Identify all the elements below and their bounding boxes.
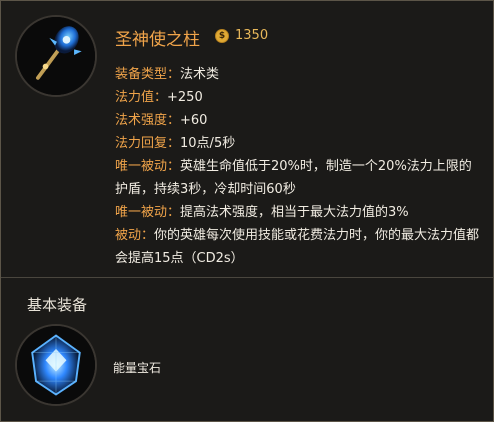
attribute-row-passive-mana-growth: 被动：你的英雄每次使用技能或花费法力时，你的最大法力值都会提高15点（CD2s） — [115, 224, 483, 270]
attribute-key: 装备类型： — [115, 67, 181, 82]
attribute-key: 法力值： — [115, 90, 168, 105]
item-header-section: 圣神使之柱 $ 1350 装备类型：法术类 法力值：+250 法术强度：+60 … — [1, 1, 493, 277]
item-tooltip-panel: 圣神使之柱 $ 1350 装备类型：法术类 法力值：+250 法术强度：+60 … — [0, 0, 494, 422]
attribute-value: 10点/5秒 — [180, 136, 236, 151]
gold-coin-icon: $ — [215, 28, 229, 43]
item-price: $ 1350 — [215, 28, 268, 43]
attribute-value: 法术类 — [180, 67, 220, 82]
attribute-key: 法力回复： — [115, 136, 181, 151]
attribute-row-mana: 法力值：+250 — [115, 86, 483, 109]
attribute-row-type: 装备类型：法术类 — [115, 63, 483, 86]
staff-icon — [15, 15, 97, 97]
attribute-row-spell-power: 法术强度：+60 — [115, 109, 483, 132]
attribute-value: 你的英雄每次使用技能或花费法力时，你的最大法力值都会提高15点（CD2s） — [115, 228, 480, 266]
price-value: 1350 — [235, 28, 269, 43]
attribute-key: 唯一被动： — [115, 205, 181, 220]
components-title: 基本装备 — [27, 296, 88, 314]
item-name: 圣神使之柱 — [115, 30, 200, 50]
attribute-value: +60 — [180, 113, 208, 128]
attribute-row-unique-passive-power: 唯一被动：提高法术强度，相当于最大法力值的3% — [115, 201, 483, 224]
attribute-key: 唯一被动： — [115, 159, 181, 174]
attribute-value: 提高法术强度，相当于最大法力值的3% — [180, 205, 409, 220]
attribute-row-mana-regen: 法力回复：10点/5秒 — [115, 132, 483, 155]
energy-gem-icon[interactable] — [15, 324, 97, 406]
attribute-key: 被动： — [115, 228, 155, 243]
attribute-row-unique-passive-shield: 唯一被动：英雄生命值低于20%时，制造一个20%法力上限的护盾，持续3秒，冷却时… — [115, 155, 483, 201]
component-name[interactable]: 能量宝石 — [113, 359, 161, 376]
section-divider — [1, 277, 493, 278]
attribute-value: +250 — [167, 90, 203, 105]
attribute-list: 装备类型：法术类 法力值：+250 法术强度：+60 法力回复：10点/5秒 唯… — [115, 63, 483, 270]
attribute-key: 法术强度： — [115, 113, 181, 128]
